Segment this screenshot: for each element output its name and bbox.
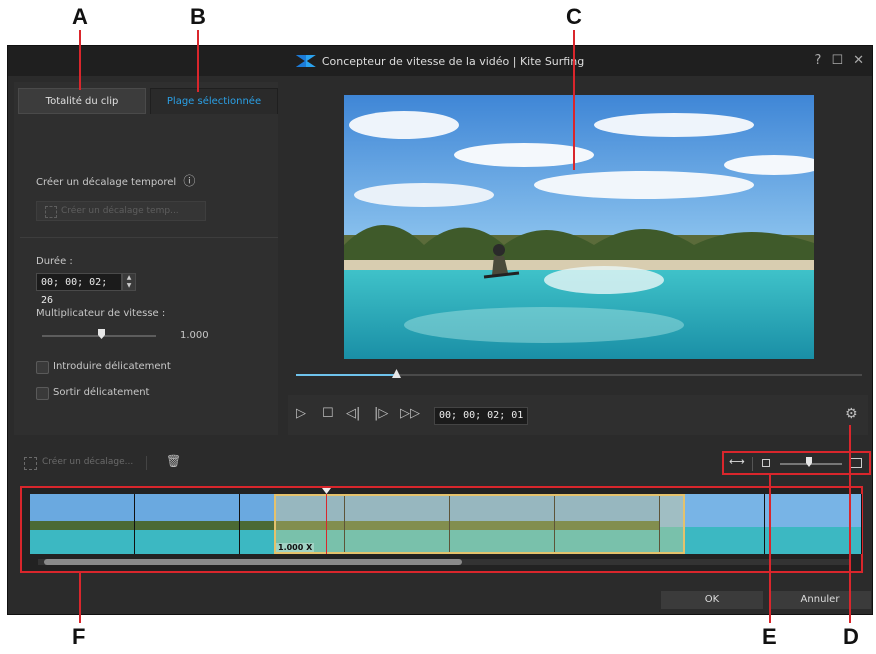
tab-whole-clip[interactable]: Totalité du clip [18,88,146,114]
zoom-slider-thumb[interactable] [806,457,812,467]
video-preview [344,95,814,359]
timecode-display: 00; 00; 02; 01 [434,407,529,425]
fast-forward-button[interactable]: ▷▷ [400,406,420,421]
speed-slider-thumb[interactable] [98,329,105,339]
callout-e: E [762,624,777,649]
callout-d-leader [849,425,851,623]
stop-button[interactable]: ☐ [322,406,334,421]
next-frame-button[interactable]: |▷ [374,406,388,421]
cancel-button[interactable]: Annuler [769,591,871,609]
callout-a-leader [79,30,81,90]
tab-selected-range[interactable]: Plage sélectionnée [150,88,278,114]
app-window: Concepteur de vitesse de la vidéo | Kite… [7,45,873,615]
app-logo-icon [295,55,316,67]
callout-b-leader [197,30,199,92]
divider [20,237,278,238]
duration-label: Durée : [36,256,73,267]
time-shift-icon [24,457,37,470]
settings-panel: Totalité du clip Plage sélectionnée Crée… [14,82,278,435]
callout-a: A [72,4,88,29]
callout-e-leader [769,474,771,623]
ease-out-checkbox[interactable] [36,387,49,400]
callout-f-leader [79,572,81,623]
clip-timeline[interactable]: 1.000 X [20,486,863,573]
create-shift-button[interactable]: Créer un décalage... [42,457,133,467]
window-title: Concepteur de vitesse de la vidéo | Kite… [321,54,585,68]
duration-stepper[interactable]: ▲ ▼ [122,273,136,291]
zoom-out-icon[interactable] [762,459,770,467]
info-icon[interactable]: ⓘ [183,174,195,188]
help-icon[interactable]: ? [815,53,822,68]
zoom-divider [752,457,753,471]
settings-gear-icon[interactable]: ⚙ [845,406,858,422]
trash-icon[interactable]: 🗑 [166,454,181,468]
ok-button[interactable]: OK [661,591,763,609]
time-shift-icon [45,206,57,218]
create-time-shift-label: Créer un décalage temp... [61,206,179,216]
close-icon[interactable]: ✕ [853,53,864,68]
seek-bar[interactable] [296,369,862,378]
time-shift-label-text: Créer un décalage temporel [36,177,177,188]
maximize-icon[interactable]: ☐ [831,53,843,68]
create-time-shift-button[interactable]: Créer un décalage temp... [36,201,206,221]
clip-thumbnail [765,494,862,554]
previous-frame-button[interactable]: ◁| [346,406,360,421]
speed-multiplier-value: 1.000 [180,330,209,341]
clip-thumbnail [135,494,240,554]
time-shift-label: Créer un décalage temporel ⓘ [36,172,195,189]
fit-timeline-icon[interactable]: ⟷ [729,455,745,468]
play-button[interactable]: ▷ [296,406,306,421]
duration-field[interactable]: 00; 00; 02; 26 [36,273,122,306]
callout-c-leader [573,30,575,170]
callout-b: B [190,4,206,29]
toolbar-divider [146,456,147,470]
kite-surfing-frame [344,95,814,359]
callout-f: F [72,624,86,649]
callout-d: D [843,624,859,649]
speed-badge: 1.000 X [276,543,315,552]
speed-multiplier-label: Multiplicateur de vitesse : [36,308,166,319]
ease-out-label: Sortir délicatement [53,387,150,398]
ease-in-checkbox[interactable] [36,361,49,374]
selected-range[interactable]: 1.000 X [274,494,685,554]
scrollbar-thumb[interactable] [44,559,462,565]
zoom-in-icon[interactable] [850,458,862,468]
player-controls: ▷ ☐ ◁| |▷ ▷▷ 00; 00; 02; 01 ⚙ [288,395,868,435]
playhead-line [326,494,327,554]
seek-progress [296,374,396,376]
title-bar: Concepteur de vitesse de la vidéo | Kite… [8,46,872,76]
ease-in-label: Introduire délicatement [53,361,171,372]
horizontal-scrollbar[interactable] [38,559,850,565]
clip-thumbnail [30,494,135,554]
callout-c: C [566,4,582,29]
